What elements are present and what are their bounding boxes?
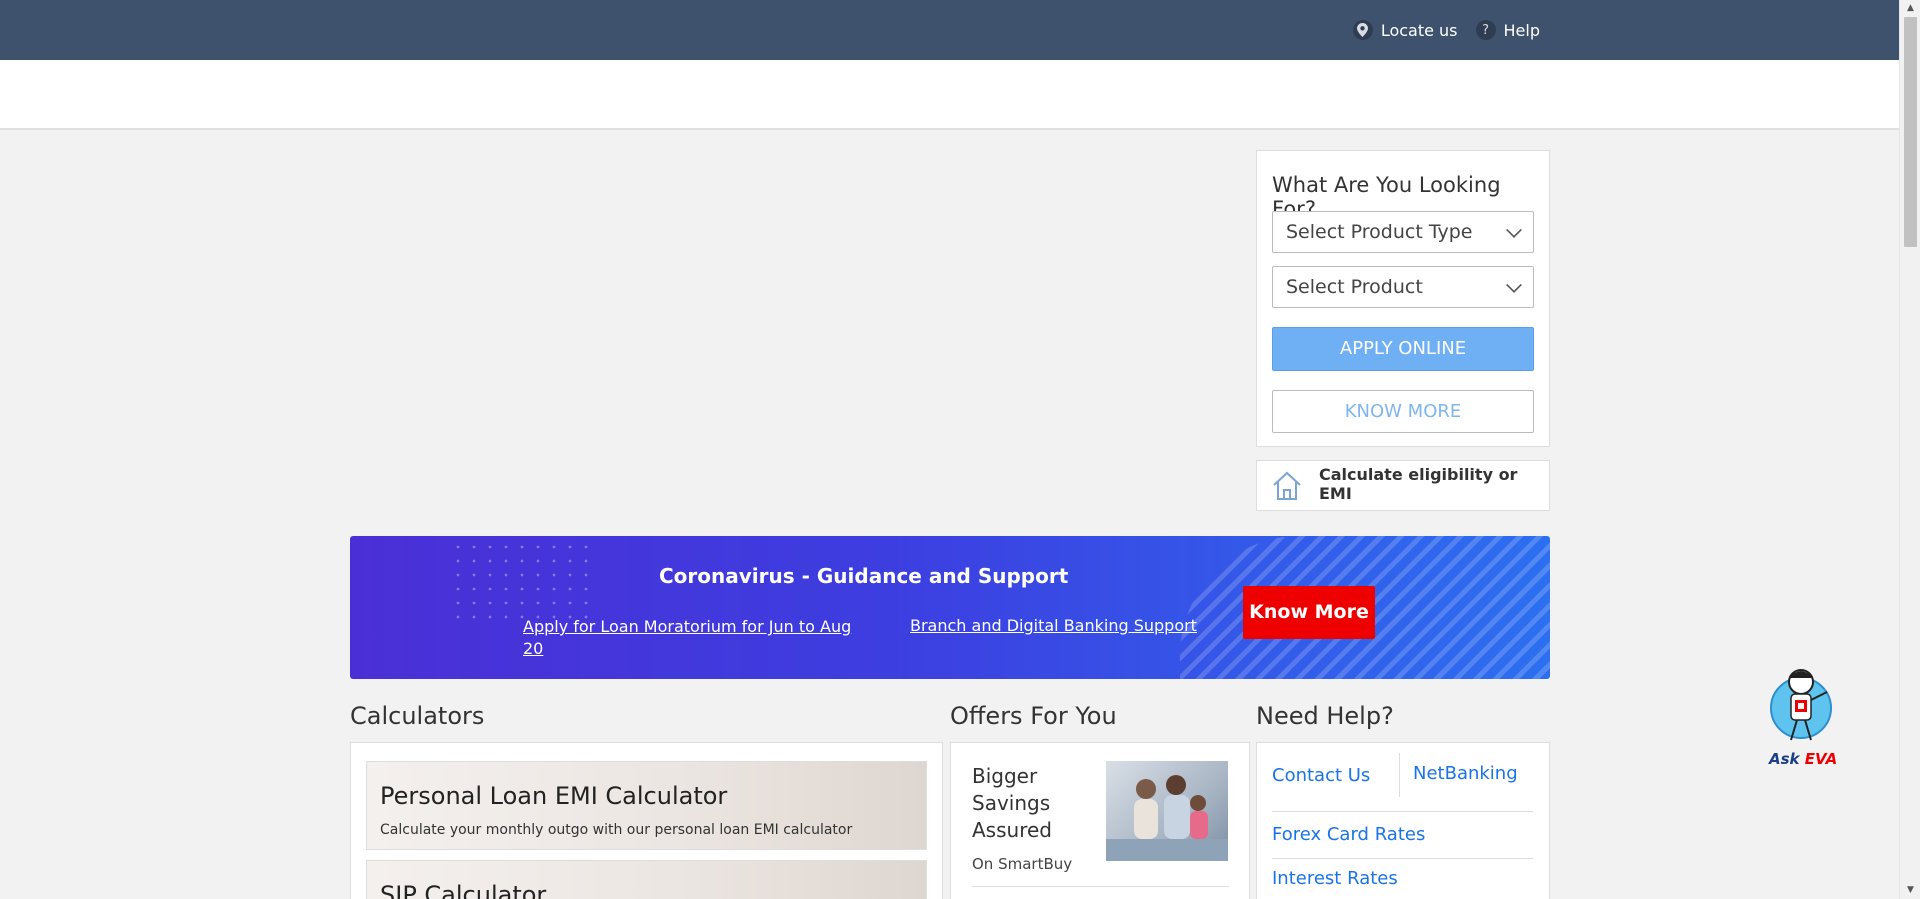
product-finder-panel: What Are You Looking For? Select Product… xyxy=(1256,150,1550,447)
divider xyxy=(1272,811,1533,812)
page-scrollbar[interactable]: ▲ ▼ xyxy=(1899,0,1920,899)
offers-heading: Offers For You xyxy=(950,702,1117,730)
calculator-item[interactable]: SIP Calculator xyxy=(366,860,927,899)
offer-subtitle: On SmartBuy xyxy=(972,855,1073,873)
family-photo-icon xyxy=(1106,775,1228,861)
contact-us-link[interactable]: Contact Us xyxy=(1272,765,1370,786)
top-utility-bar: Locate us ? Help xyxy=(0,0,1899,60)
main-header xyxy=(0,60,1899,130)
scroll-down-icon[interactable]: ▼ xyxy=(1900,882,1920,899)
ask-eva-chatbot[interactable]: Ask EVA xyxy=(1757,660,1847,775)
need-help-heading: Need Help? xyxy=(1256,702,1394,730)
calculate-eligibility-label: Calculate eligibility or EMI xyxy=(1319,465,1518,503)
calculator-desc: Calculate your monthly outgo with our pe… xyxy=(380,822,853,838)
calculate-eligibility-link[interactable]: Calculate eligibility or EMI xyxy=(1256,460,1550,511)
know-more-button[interactable]: KNOW MORE xyxy=(1272,390,1534,433)
calculators-card: Personal Loan EMI Calculator Calculate y… xyxy=(350,742,943,899)
eva-avatar-icon xyxy=(1770,669,1832,741)
ask-eva-label: Ask EVA xyxy=(1769,750,1837,768)
chevron-down-icon xyxy=(1506,277,1522,293)
eva-text: EVA xyxy=(1804,750,1838,768)
calculator-title: Personal Loan EMI Calculator xyxy=(380,782,728,810)
banner-title: Coronavirus - Guidance and Support xyxy=(659,564,1069,588)
divider xyxy=(1272,858,1533,859)
product-type-placeholder: Select Product Type xyxy=(1286,221,1473,243)
offer-title[interactable]: Bigger Savings Assured xyxy=(972,763,1092,844)
product-type-select[interactable]: Select Product Type xyxy=(1272,211,1534,253)
help-label: Help xyxy=(1503,20,1540,40)
help-card: Contact Us NetBanking Forex Card Rates I… xyxy=(1256,742,1550,899)
loan-moratorium-link[interactable]: Apply for Loan Moratorium for Jun to Aug… xyxy=(523,616,853,660)
ask-text: Ask xyxy=(1769,750,1805,768)
coronavirus-banner: Coronavirus - Guidance and Support Apply… xyxy=(350,536,1550,679)
product-select[interactable]: Select Product xyxy=(1272,266,1534,308)
netbanking-link[interactable]: NetBanking xyxy=(1413,763,1518,784)
divider xyxy=(972,886,1229,887)
banner-dot-pattern xyxy=(450,540,600,620)
locate-us-link[interactable]: Locate us xyxy=(1352,20,1458,40)
question-icon: ? xyxy=(1475,20,1496,40)
divider xyxy=(1399,753,1400,797)
offers-card: Bigger Savings Assured On SmartBuy xyxy=(950,742,1250,899)
calculators-heading: Calculators xyxy=(350,702,485,730)
interest-rates-link[interactable]: Interest Rates xyxy=(1272,868,1398,889)
offer-image[interactable] xyxy=(1106,761,1228,861)
calculator-title: SIP Calculator xyxy=(380,881,547,899)
banner-know-more-button[interactable]: Know More xyxy=(1243,586,1375,639)
forex-card-rates-link[interactable]: Forex Card Rates xyxy=(1272,824,1425,845)
scroll-up-icon[interactable]: ▲ xyxy=(1900,0,1920,17)
home-icon xyxy=(1273,471,1301,500)
locate-us-label: Locate us xyxy=(1380,20,1458,40)
location-pin-icon xyxy=(1352,20,1373,40)
apply-online-button[interactable]: APPLY ONLINE xyxy=(1272,327,1534,371)
calculator-item[interactable]: Personal Loan EMI Calculator Calculate y… xyxy=(366,761,927,850)
scrollbar-thumb[interactable] xyxy=(1904,17,1917,247)
chevron-down-icon xyxy=(1506,222,1522,238)
branch-digital-support-link[interactable]: Branch and Digital Banking Support xyxy=(910,616,1197,635)
top-links: Locate us ? Help xyxy=(1352,0,1540,60)
help-link[interactable]: ? Help xyxy=(1475,20,1540,40)
product-placeholder: Select Product xyxy=(1286,276,1423,298)
